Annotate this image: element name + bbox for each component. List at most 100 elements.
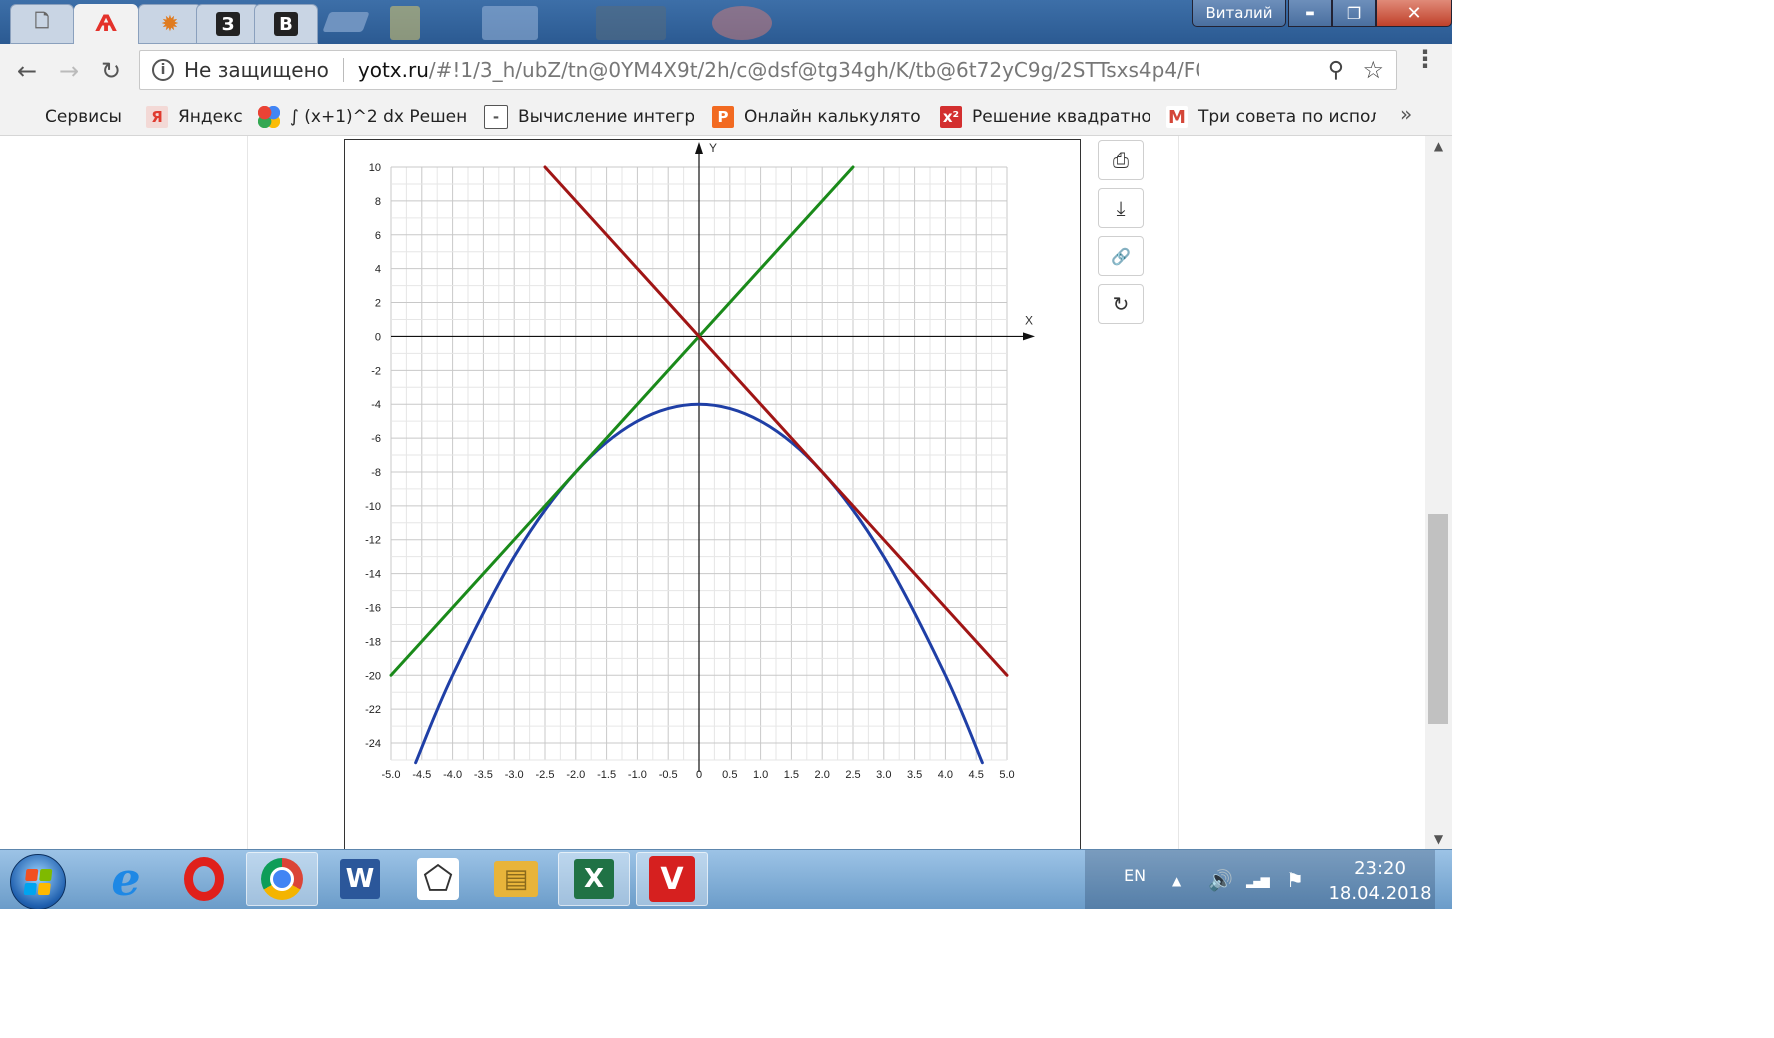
tab-yotx[interactable]: Ѧ <box>74 4 138 45</box>
start-button[interactable] <box>10 854 66 909</box>
x-tick-label: -5.0 <box>382 769 401 781</box>
ie-icon: e <box>111 852 141 906</box>
minimize-icon: ▬ <box>1305 7 1315 19</box>
taskbar-pdf[interactable]: V <box>636 852 708 906</box>
apps-grid-icon <box>16 108 35 127</box>
tab-sun[interactable]: ✹ <box>138 4 202 44</box>
x-tick-label: 2.0 <box>815 769 830 781</box>
url-path: /#!1/3_h/ubZ/tn@0YM4X9t/2h/c@dsf@tg34gh/… <box>428 58 1199 82</box>
x-tick-label: -3.5 <box>474 769 493 781</box>
bookmark-services[interactable]: Сервисы <box>16 104 136 130</box>
bookmark-calculator[interactable]: P Онлайн калькулятор <box>712 104 922 130</box>
divider <box>342 58 344 82</box>
reload-button[interactable]: ↻ <box>96 56 126 86</box>
bookmark-gmail[interactable]: M Три совета по испол <box>1166 104 1376 130</box>
gmail-icon: M <box>1166 106 1188 128</box>
x-tick-label: 5.0 <box>999 769 1014 781</box>
page-scrollbar[interactable]: ▲ ▼ <box>1425 136 1452 849</box>
bookmarks-bar: Сервисы Я Яндекс ∫ (x+1)^2 dx Решени - В… <box>0 98 1452 136</box>
x-tick-label: 3.0 <box>876 769 891 781</box>
taskbar-ie[interactable]: e <box>90 852 162 906</box>
action-center-flag-icon[interactable]: ⚑ <box>1286 868 1304 892</box>
close-icon: ✕ <box>1406 2 1422 24</box>
bookmark-star-icon[interactable]: ☆ <box>1362 56 1384 84</box>
info-icon[interactable]: i <box>152 59 174 81</box>
y-axis-label: Y <box>709 141 717 155</box>
scroll-down-button[interactable]: ▼ <box>1425 829 1452 849</box>
y-tick-label: 8 <box>375 196 381 208</box>
y-tick-label: -14 <box>365 569 381 581</box>
bookmark-label: Сервисы <box>45 107 122 127</box>
scroll-thumb[interactable] <box>1428 514 1448 724</box>
bookmark-integral[interactable]: - Вычисление интегра <box>484 104 694 130</box>
maximize-icon: ❐ <box>1346 3 1362 23</box>
y-tick-label: -22 <box>365 704 381 716</box>
y-tick-label: -20 <box>365 670 381 682</box>
download-button[interactable]: ⤓ <box>1098 188 1144 228</box>
x-tick-label: 1.0 <box>753 769 768 781</box>
x-axis-label: X <box>1025 313 1033 327</box>
y-tick-label: -6 <box>371 433 381 445</box>
y-tick-label: 10 <box>369 162 381 174</box>
chevron-double-right-icon: » <box>1400 102 1413 126</box>
browser-menu-button[interactable]: ⋮ <box>1410 47 1440 71</box>
bookmark-yandex[interactable]: Я Яндекс <box>146 104 246 130</box>
language-indicator[interactable]: EN <box>1124 866 1146 885</box>
clock-date: 18.04.2018 <box>1328 883 1432 904</box>
link-button[interactable]: 🔗 <box>1098 236 1144 276</box>
y-tick-label: -24 <box>365 738 381 750</box>
clock[interactable]: 23:20 18.04.2018 <box>1320 856 1440 906</box>
taskbar-chrome[interactable] <box>246 852 318 906</box>
scroll-up-button[interactable]: ▲ <box>1425 136 1452 156</box>
new-tab-button[interactable] <box>322 12 370 32</box>
y-tick-label: 0 <box>375 331 381 343</box>
y-tick-label: -16 <box>365 603 381 615</box>
volume-icon[interactable]: 🔊 <box>1208 868 1233 892</box>
bookmark-quadratic[interactable]: x² Решение квадратно <box>940 104 1150 130</box>
graph-panel[interactable]: XY -5.0 -4.5 -4.0 -3.5 -3.0 -2.5 -2.0 -1.5 -1.0-… <box>344 139 1081 859</box>
y-axis-arrow <box>695 142 703 154</box>
print-button[interactable]: ⎙ <box>1098 140 1144 180</box>
x-tick-label: 4.0 <box>938 769 953 781</box>
x-tick-label: -4.0 <box>443 769 462 781</box>
share-button[interactable]: ↻ <box>1098 284 1144 324</box>
y-tick-label: -4 <box>371 399 381 411</box>
y-tick-label: -18 <box>365 636 381 648</box>
taskbar-opera[interactable] <box>168 852 240 906</box>
taskbar-word[interactable]: W <box>324 852 396 906</box>
profile-name: Виталий <box>1205 4 1273 22</box>
taskbar-excel[interactable]: X <box>558 852 630 906</box>
taskbar-geogebra[interactable]: ⬠ <box>402 852 474 906</box>
y-tick-label: -10 <box>365 501 381 513</box>
forward-button[interactable]: → <box>54 56 84 86</box>
bookmarks-overflow-button[interactable]: » <box>1400 102 1412 126</box>
bookmark-label: Решение квадратно <box>972 107 1150 127</box>
tab-blank[interactable]: 🗋 <box>10 4 74 44</box>
sun-icon: ✹ <box>160 11 180 37</box>
network-signal-icon[interactable]: ▂▄▆ <box>1246 874 1270 888</box>
tray-overflow-icon[interactable]: ▲ <box>1172 874 1181 888</box>
y-tick-label: 2 <box>375 298 381 310</box>
tab-b[interactable]: В <box>254 4 318 44</box>
bookmark-label: Яндекс <box>178 107 243 127</box>
url-host: yotx.ru <box>357 58 429 82</box>
background-thumbnail <box>390 6 420 40</box>
zoom-icon[interactable]: ⚲ <box>1328 58 1344 83</box>
address-bar[interactable]: i Не защищено yotx.ru /#!1/3_h/ubZ/tn@0Y… <box>139 50 1397 90</box>
profile-button[interactable]: Виталий <box>1192 0 1286 27</box>
screen: 🗋 Ѧ ✹ З В Виталий ▬ ❐ ✕ ← → ↻ i Не защищ… <box>0 0 1452 909</box>
x-tick-label: 1.5 <box>784 769 799 781</box>
y-tick-label: 4 <box>375 264 381 276</box>
yandex-icon: Я <box>146 106 168 128</box>
back-button[interactable]: ← <box>12 56 42 86</box>
tab-z[interactable]: З <box>196 4 260 44</box>
maximize-button[interactable]: ❐ <box>1332 0 1376 27</box>
window-controls: ▬ ❐ ✕ <box>1288 0 1452 27</box>
bookmark-wolfram[interactable]: ∫ (x+1)^2 dx Решени <box>258 104 468 130</box>
close-button[interactable]: ✕ <box>1376 0 1452 27</box>
taskbar-explorer[interactable]: ▤ <box>480 852 552 906</box>
minimize-button[interactable]: ▬ <box>1288 0 1332 27</box>
print-icon: ⎙ <box>1113 148 1129 172</box>
title-bar: 🗋 Ѧ ✹ З В Виталий ▬ ❐ ✕ <box>0 0 1452 45</box>
browser-toolbar: ← → ↻ i Не защищено yotx.ru /#!1/3_h/ubZ… <box>0 44 1452 98</box>
